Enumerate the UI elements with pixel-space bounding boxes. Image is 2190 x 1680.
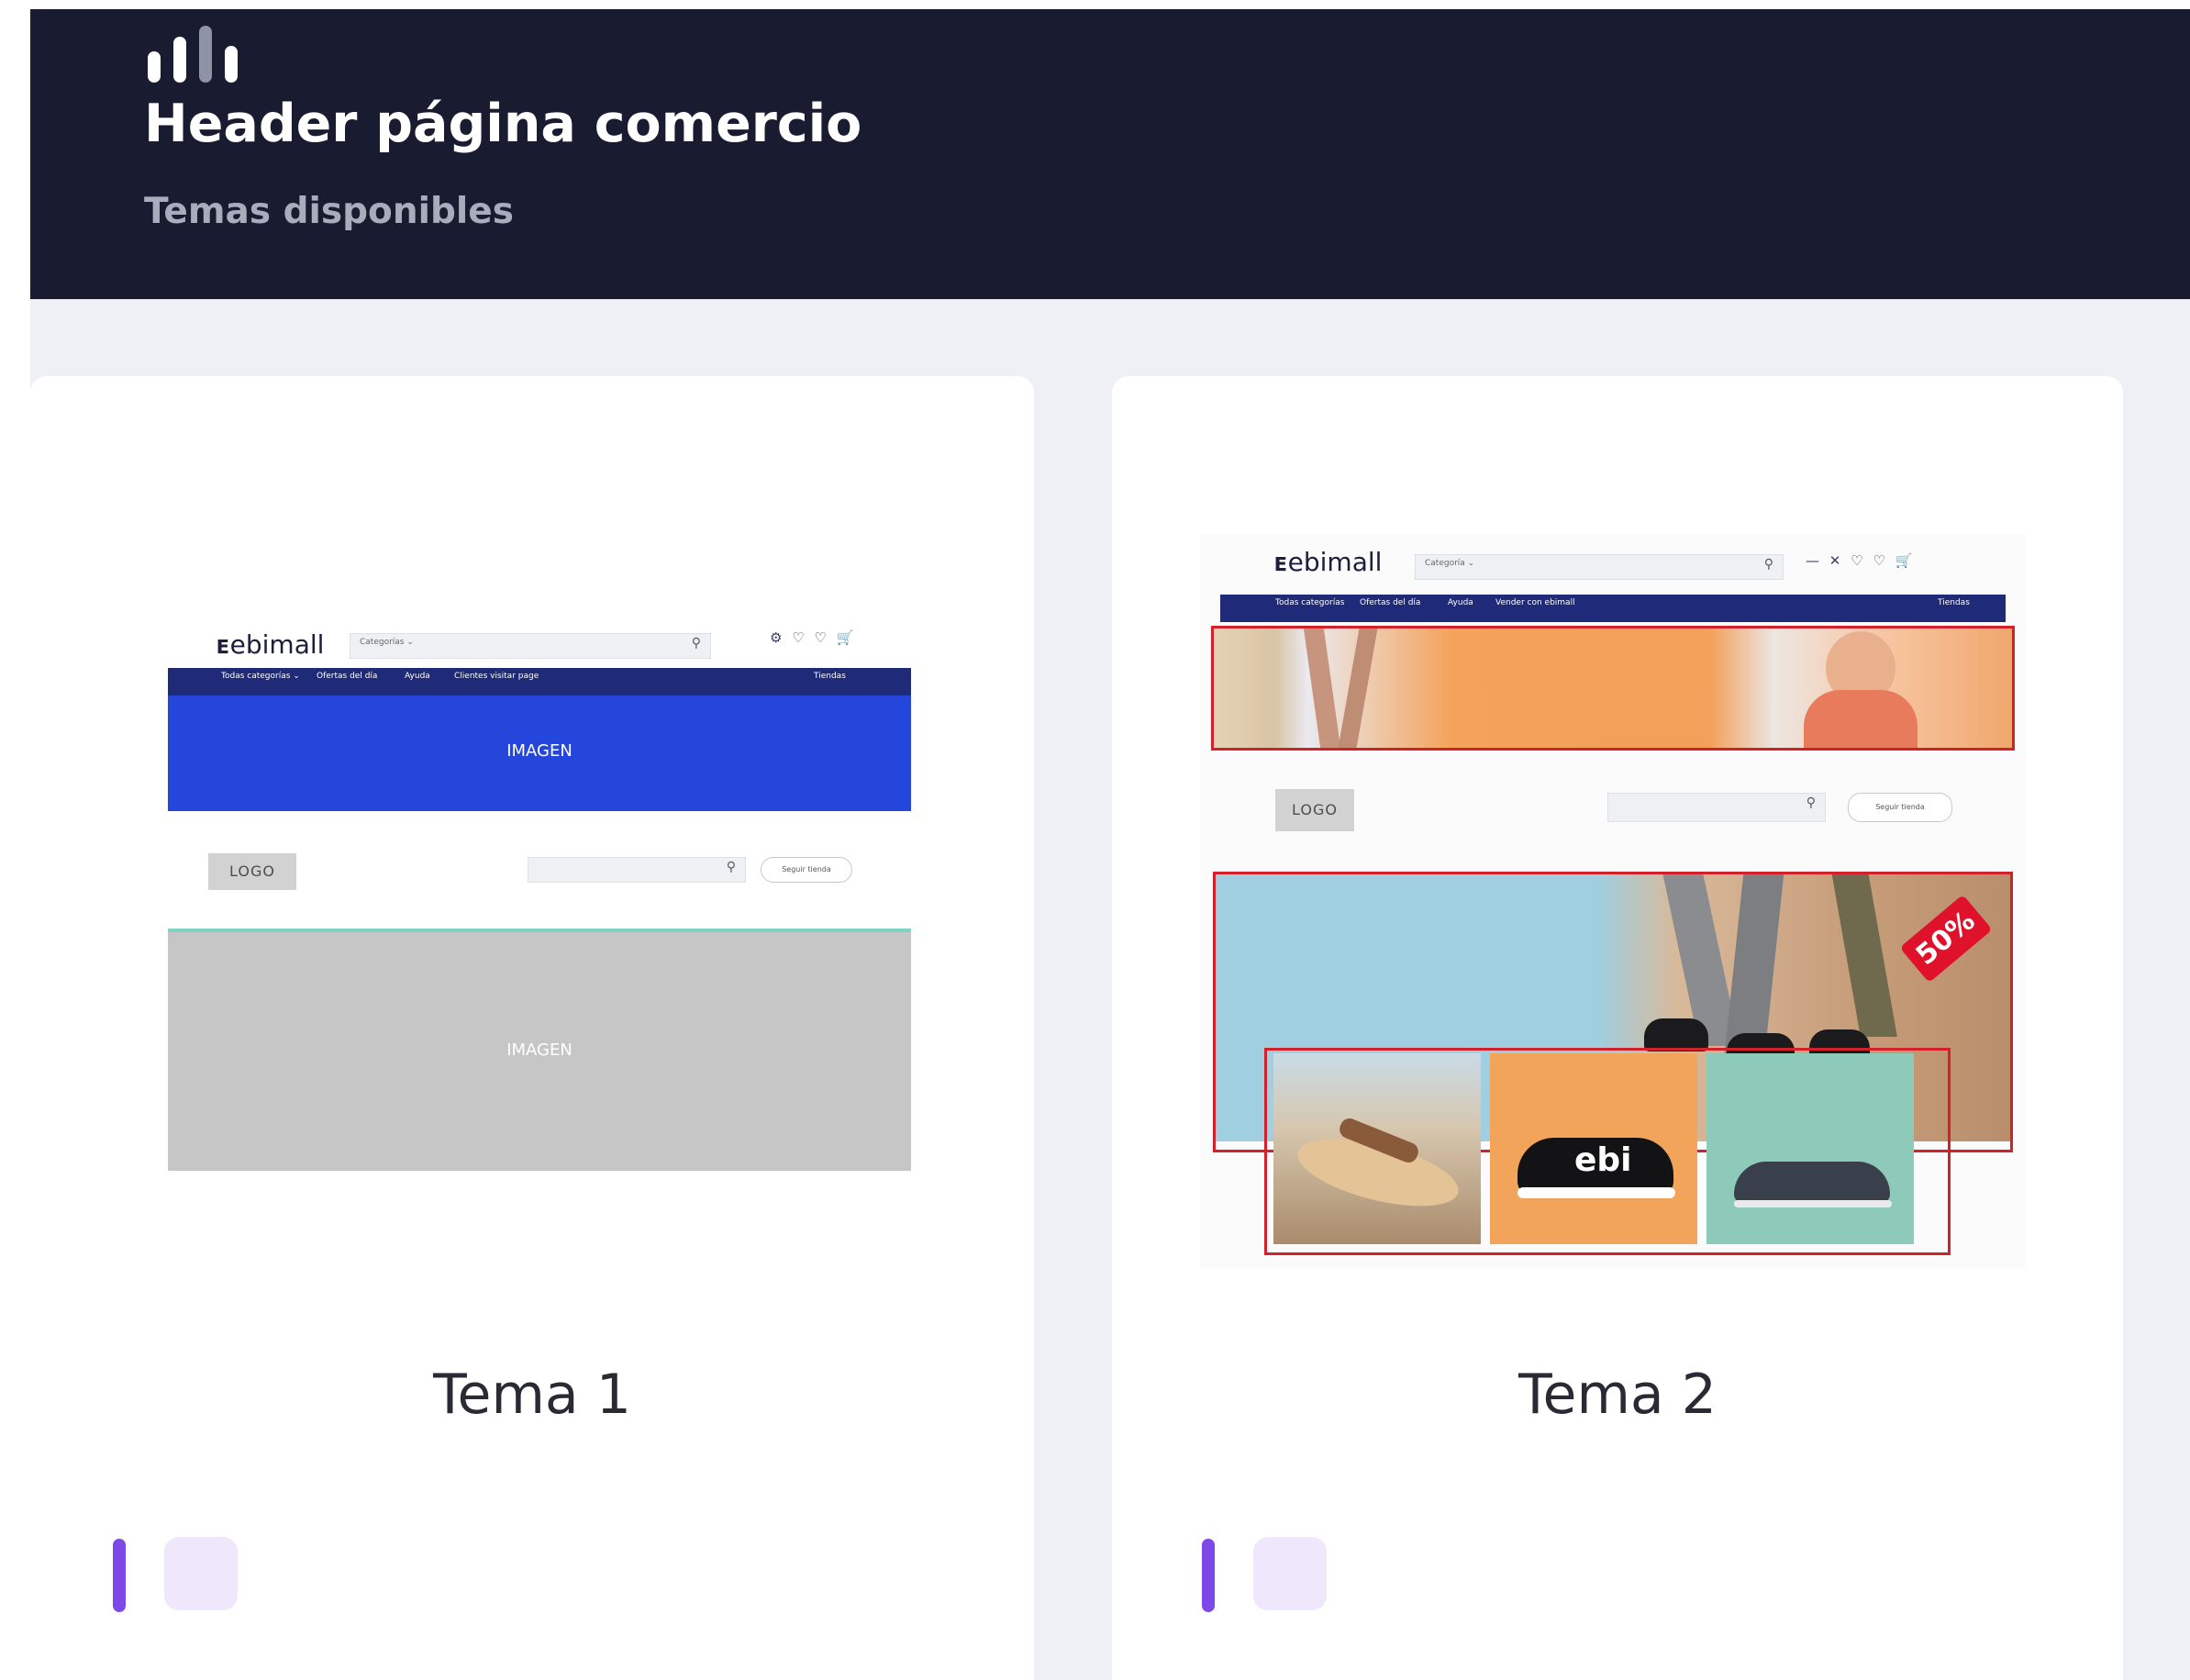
preview-header-icons: — ✕ ♡ ♡ 🛒 [1806, 552, 1916, 569]
preview-navbar: Todas categorías ⌄ Ofertas del día Ayuda… [168, 668, 911, 695]
theme-1-accent-bar [113, 1539, 126, 1612]
preview-top-highlight [1211, 626, 2015, 751]
preview-brand-logo: ᴇebimall [216, 629, 325, 660]
theme-2-select-chip[interactable] [1253, 1537, 1327, 1610]
theme-2-accent-bar [1202, 1539, 1215, 1612]
theme-1-title: Tema 1 [433, 1363, 631, 1427]
theme-card-2[interactable]: ᴇebimall Categoría ⌄ ⚲ — ✕ ♡ ♡ 🛒 Todas c… [1112, 376, 2123, 1680]
preview-logo-placeholder: LOGO [1275, 789, 1354, 831]
preview-navbar: Todas categorías Ofertas del día Ayuda V… [1220, 595, 2006, 622]
search-icon: ⚲ [1806, 795, 1816, 810]
preview-follow-button: Seguir tienda [761, 857, 852, 883]
bar-chart-logo-icon [146, 22, 247, 83]
search-icon: ⚲ [726, 860, 736, 874]
preview-store-search: ⚲ [1607, 793, 1826, 822]
theme-1-preview[interactable]: ᴇebimall Categorías ⌄ ⚲ ⚙ ♡ ♡ 🛒 Todas ca… [168, 617, 929, 1185]
search-icon: ⚲ [1763, 557, 1773, 572]
search-icon: ⚲ [691, 636, 701, 651]
page-subtitle: Temas disponibles [144, 191, 514, 232]
preview-search-bar: Categorías ⌄ ⚲ [350, 633, 711, 659]
preview-search-bar: Categoría ⌄ ⚲ [1415, 554, 1784, 580]
preview-logo-placeholder: LOGO [208, 853, 296, 890]
preview-follow-button: Seguir tienda [1848, 793, 1952, 822]
theme-2-preview[interactable]: ᴇebimall Categoría ⌄ ⚲ — ✕ ♡ ♡ 🛒 Todas c… [1200, 534, 2026, 1268]
theme-2-title: Tema 2 [1518, 1363, 1717, 1427]
preview-header-icons: ⚙ ♡ ♡ 🛒 [770, 629, 857, 646]
page-title: Header página comercio [144, 94, 862, 154]
preview-top-banner: IMAGEN [168, 695, 911, 811]
theme-card-1[interactable]: ᴇebimall Categorías ⌄ ⚲ ⚙ ♡ ♡ 🛒 Todas ca… [30, 376, 1034, 1680]
preview-products-highlight [1264, 1048, 1951, 1255]
preview-bottom-banner: IMAGEN [168, 932, 911, 1171]
page-header: Header página comercio Temas disponibles [30, 9, 2190, 299]
preview-brand-logo: ᴇebimall [1273, 547, 1383, 577]
theme-1-select-chip[interactable] [164, 1537, 238, 1610]
preview-store-search: ⚲ [528, 857, 746, 883]
